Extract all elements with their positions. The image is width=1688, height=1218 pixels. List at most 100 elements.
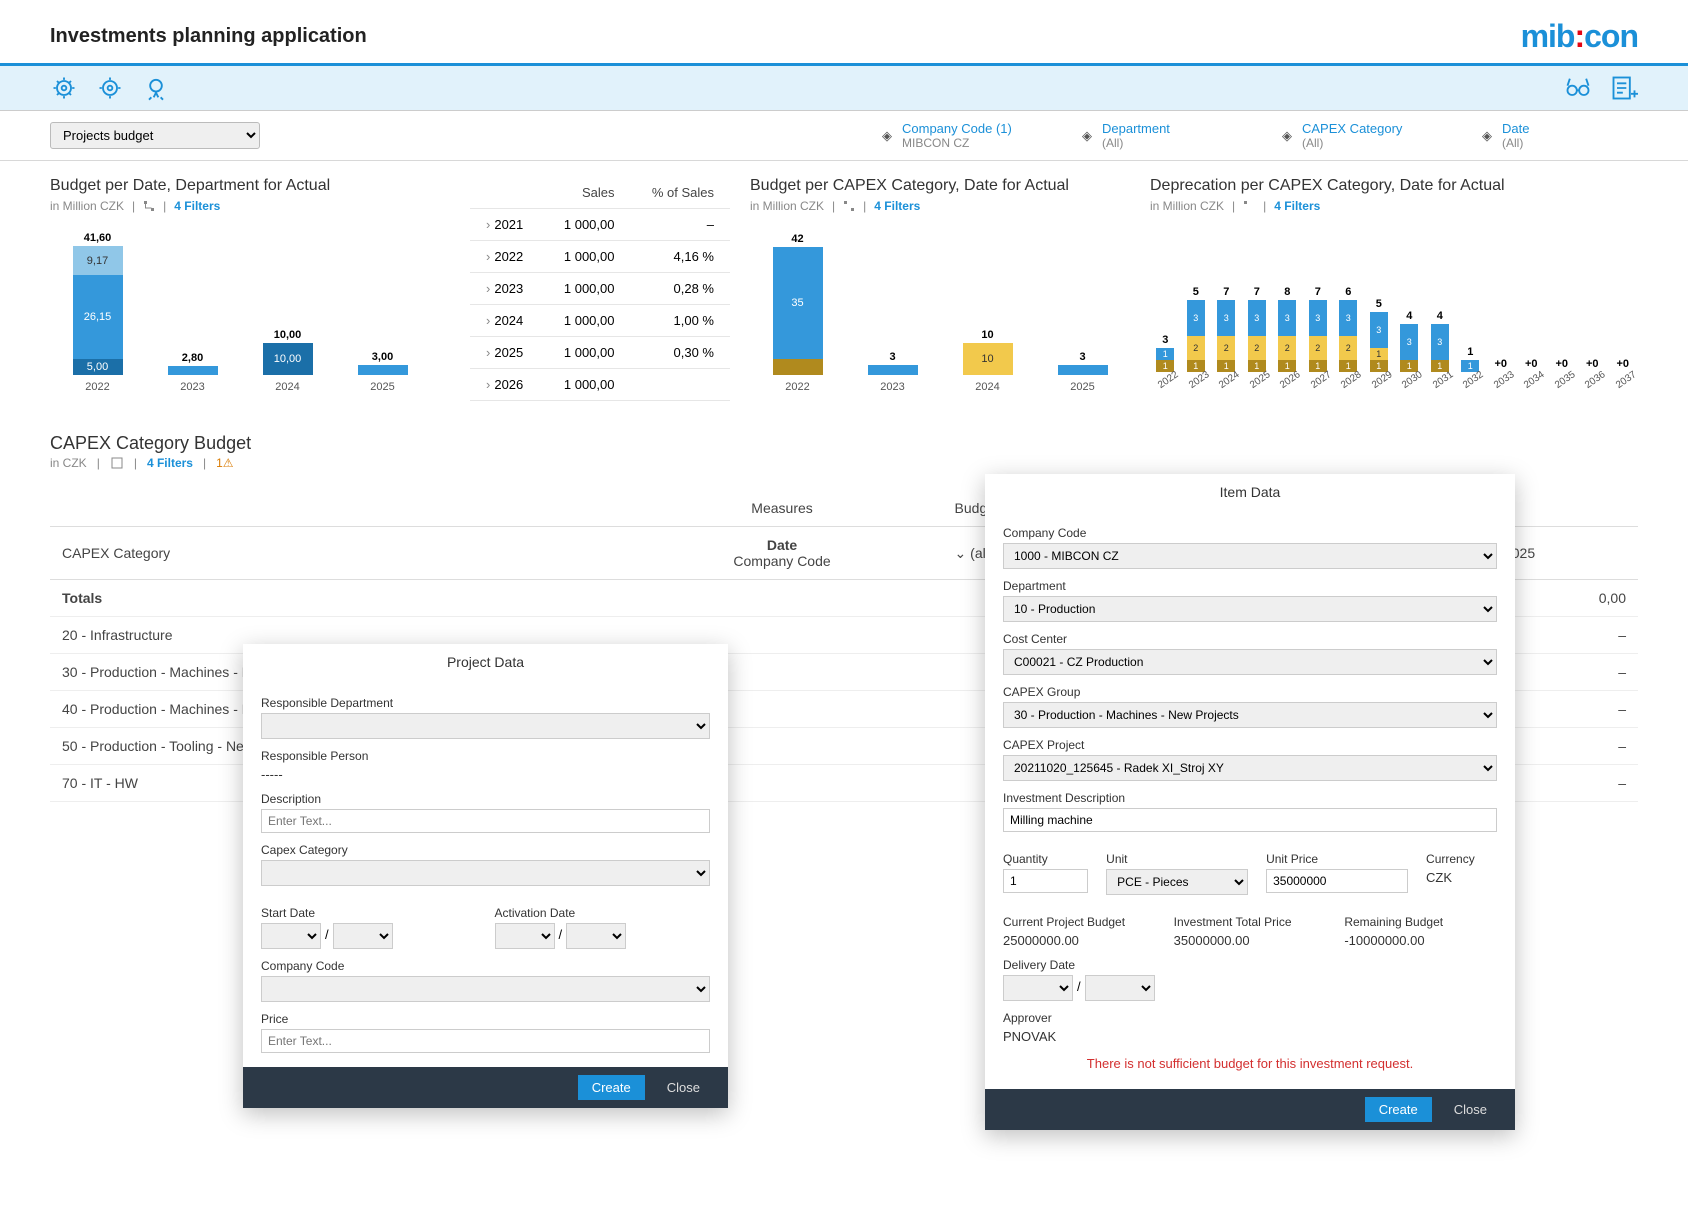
resp-dept-select[interactable] — [261, 713, 710, 739]
capex-project-select[interactable]: 20211020_125645 - Radek XI_Stroj XY — [1003, 755, 1497, 781]
chevron-right-icon: › — [486, 313, 490, 328]
filter-chip[interactable]: ◈Department(All) — [1078, 121, 1238, 150]
chart-bar[interactable]: 10102024 — [963, 329, 1013, 393]
unit-price-input[interactable] — [1266, 869, 1408, 893]
total-price-value: 35000000.00 — [1174, 933, 1327, 948]
quantity-input[interactable] — [1003, 869, 1088, 893]
chevron-down-icon[interactable]: ⌄ — [955, 545, 967, 561]
create-button[interactable]: Create — [1365, 1097, 1432, 1122]
filter-chip[interactable]: ◈Date(All) — [1478, 121, 1638, 150]
dialog-item-data: Item Data Company Code 1000 - MIBCON CZ … — [985, 474, 1515, 1130]
table-row[interactable]: ›20251 000,000,30 % — [470, 337, 730, 369]
chart-bar[interactable]: +02033 — [1492, 358, 1510, 393]
chart-bar[interactable]: 51232023 — [1187, 286, 1205, 393]
cube-icon: ◈ — [1078, 127, 1096, 145]
chart-bar[interactable]: +02037 — [1614, 358, 1632, 393]
label-quantity: Quantity — [1003, 852, 1088, 866]
label-cur-budget: Current Project Budget — [1003, 915, 1156, 929]
company-code-select[interactable]: 1000 - MIBCON CZ — [1003, 543, 1497, 569]
chart-bar[interactable]: 10,0010,002024 — [263, 329, 313, 393]
label-price: Price — [261, 1012, 710, 1026]
department-select[interactable]: 10 - Production — [1003, 596, 1497, 622]
company-code-select[interactable] — [261, 976, 710, 1002]
create-button[interactable]: Create — [578, 1075, 645, 1100]
table-row[interactable]: ›20231 000,000,28 % — [470, 273, 730, 305]
chevron-right-icon: › — [486, 345, 490, 360]
label-approver: Approver — [1003, 1011, 1497, 1025]
unit-select[interactable]: PCE - Pieces — [1106, 869, 1248, 895]
chevron-right-icon: › — [486, 249, 490, 264]
chevron-right-icon: › — [486, 377, 490, 392]
label-company-code: Company Code — [1003, 526, 1497, 540]
start-date-month[interactable] — [261, 923, 321, 949]
chip-sub: (All) — [1102, 136, 1170, 150]
project-select[interactable]: Projects budget — [50, 122, 260, 149]
chart-bar[interactable]: 32023 — [868, 351, 918, 393]
gear-icon[interactable] — [96, 74, 124, 102]
panel-budget-capex: Budget per CAPEX Category, Date for Actu… — [750, 177, 1130, 403]
chip-sub: (All) — [1502, 136, 1529, 150]
activation-date-month[interactable] — [495, 923, 555, 949]
panel-unit: in Million CZK — [750, 199, 824, 213]
resp-person-value: ----- — [261, 767, 710, 782]
chart-bar[interactable]: 42352022 — [773, 233, 823, 393]
chart-bar[interactable]: 32025 — [1058, 351, 1108, 393]
start-date-year[interactable] — [333, 923, 393, 949]
capex-group-select[interactable]: 30 - Production - Machines - New Project… — [1003, 702, 1497, 728]
panel-row: Budget per Date, Department for Actual i… — [0, 161, 1688, 403]
chart-bar[interactable]: 3112022 — [1156, 334, 1174, 393]
table-row[interactable]: ›20261 000,00 — [470, 369, 730, 401]
add-list-icon[interactable] — [1610, 74, 1638, 102]
chart-bar[interactable]: 81232026 — [1278, 286, 1296, 393]
filters-link[interactable]: 4 Filters — [147, 456, 193, 470]
glasses-icon[interactable] — [1564, 74, 1592, 102]
filter-chip[interactable]: ◈CAPEX Category(All) — [1278, 121, 1438, 150]
close-button[interactable]: Close — [1440, 1097, 1501, 1122]
chart-bar[interactable]: 71232027 — [1309, 286, 1327, 393]
logo-part-colon: : — [1574, 18, 1584, 54]
label-currency: Currency — [1426, 852, 1497, 866]
filters-link[interactable]: 4 Filters — [174, 199, 220, 213]
chart-bar[interactable]: 71232024 — [1217, 286, 1235, 393]
chart-bar[interactable]: 3,002025 — [358, 351, 408, 393]
price-input[interactable] — [261, 1029, 710, 1053]
chart-bar[interactable]: 4132031 — [1431, 310, 1449, 393]
hierarchy-icon — [1243, 200, 1255, 212]
filter-chip[interactable]: ◈Company Code (1)MIBCON CZ — [878, 121, 1038, 150]
delivery-year[interactable] — [1085, 975, 1155, 1001]
chart-bar[interactable]: 112032 — [1461, 346, 1479, 393]
activation-date-year[interactable] — [566, 923, 626, 949]
chart-bar[interactable]: +02034 — [1522, 358, 1540, 393]
label-total-price: Investment Total Price — [1174, 915, 1327, 929]
filters-link[interactable]: 4 Filters — [1274, 199, 1320, 213]
chip-label: Date — [1502, 121, 1529, 136]
label-resp-person: Responsible Person — [261, 749, 710, 763]
table-row[interactable]: ›20211 000,00– — [470, 209, 730, 241]
chip-sub: (All) — [1302, 136, 1402, 150]
chart-bar[interactable]: +02035 — [1553, 358, 1571, 393]
inv-desc-input[interactable] — [1003, 808, 1497, 832]
filters-link[interactable]: 4 Filters — [874, 199, 920, 213]
chevron-right-icon: › — [486, 281, 490, 296]
cost-center-select[interactable]: C00021 - CZ Production — [1003, 649, 1497, 675]
chart-bar[interactable]: +02036 — [1583, 358, 1601, 393]
chart-bar[interactable]: 61232028 — [1339, 286, 1357, 393]
chart-bar[interactable]: 51132029 — [1370, 298, 1388, 393]
label-inv-desc: Investment Description — [1003, 791, 1497, 805]
chart-bar[interactable]: 41,605,0026,159,172022 — [73, 232, 123, 393]
table-row[interactable]: ›20221 000,004,16 % — [470, 241, 730, 273]
table-row[interactable]: ›20241 000,001,00 % — [470, 305, 730, 337]
chart-bar[interactable]: 4132030 — [1400, 310, 1418, 393]
alert-badge[interactable]: 1⚠ — [216, 456, 233, 470]
chart-bar[interactable]: 2,802023 — [168, 352, 218, 393]
warning-text: There is not sufficient budget for this … — [1003, 1044, 1497, 1075]
chart-bar[interactable]: 71232025 — [1248, 286, 1266, 393]
logo-part-mib: mib — [1521, 18, 1575, 54]
code-gear-icon[interactable] — [142, 74, 170, 102]
user-gear-icon[interactable] — [50, 74, 78, 102]
label-capex-project: CAPEX Project — [1003, 738, 1497, 752]
description-input[interactable] — [261, 809, 710, 833]
capex-category-select[interactable] — [261, 860, 710, 886]
delivery-month[interactable] — [1003, 975, 1073, 1001]
close-button[interactable]: Close — [653, 1075, 714, 1100]
